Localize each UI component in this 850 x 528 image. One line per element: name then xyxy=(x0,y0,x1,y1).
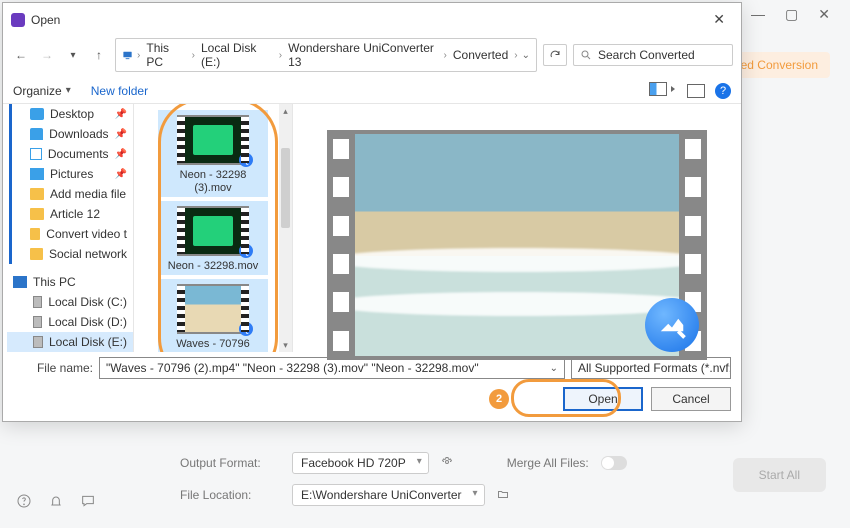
cancel-button[interactable]: Cancel xyxy=(651,387,731,411)
open-file-dialog: Open ✕ ← → ▾ ↑ › This PC› Local Disk (E:… xyxy=(2,2,742,422)
filename-label: File name: xyxy=(13,361,93,375)
sidebar-item-folder[interactable]: Convert video t xyxy=(12,224,133,244)
file-item[interactable]: Q Neon - 32298.mov xyxy=(158,201,268,275)
file-thumbnail: Q xyxy=(177,115,249,165)
nav-forward-button[interactable]: → xyxy=(37,48,57,62)
pin-icon: 📌 xyxy=(115,149,127,160)
feedback-icon[interactable] xyxy=(80,493,96,512)
pin-icon: 📌 xyxy=(115,109,127,120)
scroll-down-icon[interactable]: ▾ xyxy=(279,338,292,352)
bg-maximize-button[interactable]: ▢ xyxy=(785,6,798,23)
nav-up-button[interactable]: ↑ xyxy=(89,48,109,62)
sidebar-item-folder[interactable]: Social network xyxy=(12,244,133,264)
preview-pane xyxy=(293,104,741,352)
merge-toggle[interactable] xyxy=(601,456,627,470)
filename-input[interactable]: "Waves - 70796 (2).mp4" "Neon - 32298 (3… xyxy=(99,357,565,379)
view-mode-button[interactable] xyxy=(649,82,677,99)
help-icon[interactable]: ? xyxy=(715,83,731,99)
pc-icon xyxy=(122,49,133,61)
file-location-label: File Location: xyxy=(180,488,280,502)
sidebar-item-documents[interactable]: Documents📌 xyxy=(12,144,133,164)
sidebar-item-folder[interactable]: Add media file xyxy=(12,184,133,204)
organize-menu[interactable]: Organize▾ xyxy=(13,84,71,98)
merge-label: Merge All Files: xyxy=(507,456,589,470)
sidebar-item-this-pc[interactable]: This PC xyxy=(7,272,133,292)
breadcrumb[interactable]: › This PC› Local Disk (E:)› Wondershare … xyxy=(115,38,537,72)
open-folder-icon[interactable] xyxy=(497,488,509,503)
file-item[interactable]: Q Waves - 70796 (2).mp4 xyxy=(158,279,268,352)
file-location-select[interactable]: E:\Wondershare UniConverter xyxy=(292,484,485,506)
search-icon xyxy=(580,49,592,61)
app-icon xyxy=(11,13,25,27)
preview-pane-toggle[interactable] xyxy=(687,84,705,98)
notification-icon[interactable] xyxy=(48,493,64,512)
quicktime-badge-icon: Q xyxy=(239,244,253,258)
sidebar-item-drive[interactable]: Local Disk (D:) xyxy=(7,312,133,332)
file-name-label: Neon - 32298.mov xyxy=(162,260,264,273)
sidebar-item-drive[interactable]: Local Disk (C:) xyxy=(7,292,133,312)
filetype-filter-select[interactable]: All Supported Formats (*.nvf; *.⌄ xyxy=(571,357,731,379)
search-input[interactable]: Search Converted xyxy=(573,44,733,66)
preview-image xyxy=(355,134,679,356)
file-item[interactable]: Q Neon - 32298 (3).mov xyxy=(158,110,268,197)
quicktime-icon xyxy=(645,298,699,352)
open-button[interactable]: Open xyxy=(563,387,643,411)
preview-filmstrip xyxy=(327,130,707,360)
dialog-close-button[interactable]: ✕ xyxy=(701,7,737,32)
annotation-badge: 2 xyxy=(489,389,509,409)
scrollbar[interactable]: ▴ ▾ xyxy=(279,104,292,352)
file-thumbnail: Q xyxy=(177,206,249,256)
file-list-pane: Q Neon - 32298 (3).mov Q Neon - 32298.mo… xyxy=(133,104,293,352)
sidebar-item-drive[interactable]: Local Disk (E:) xyxy=(7,332,133,352)
file-name-label: Neon - 32298 (3).mov xyxy=(162,169,264,195)
bg-minimize-button[interactable]: — xyxy=(751,6,765,22)
scroll-up-icon[interactable]: ▴ xyxy=(279,104,292,118)
output-format-label: Output Format: xyxy=(180,456,280,470)
help-status-icon[interactable] xyxy=(16,493,32,512)
folder-tree: Desktop📌 Downloads📌 Documents📌 Pictures📌… xyxy=(3,104,133,352)
refresh-button[interactable] xyxy=(543,44,567,66)
dialog-title: Open xyxy=(31,13,701,27)
quicktime-badge-icon: Q xyxy=(239,153,253,167)
pin-icon: 📌 xyxy=(115,169,127,180)
sidebar-item-folder[interactable]: Article 12 xyxy=(12,204,133,224)
settings-icon[interactable] xyxy=(441,456,453,471)
output-format-select[interactable]: Facebook HD 720P xyxy=(292,452,429,474)
scroll-thumb[interactable] xyxy=(281,148,290,228)
bg-close-button[interactable]: ✕ xyxy=(818,6,830,23)
file-thumbnail: Q xyxy=(177,284,249,334)
quicktime-badge-icon: Q xyxy=(239,322,253,336)
start-all-button[interactable]: Start All xyxy=(733,458,826,492)
nav-back-button[interactable]: ← xyxy=(11,48,31,62)
file-name-label: Waves - 70796 (2).mp4 xyxy=(162,338,264,352)
nav-recent-dropdown[interactable]: ▾ xyxy=(63,50,83,61)
sidebar-item-pictures[interactable]: Pictures📌 xyxy=(12,164,133,184)
sidebar-item-downloads[interactable]: Downloads📌 xyxy=(12,124,133,144)
sidebar-item-desktop[interactable]: Desktop📌 xyxy=(12,104,133,124)
pin-icon: 📌 xyxy=(115,129,127,140)
new-folder-button[interactable]: New folder xyxy=(91,84,148,98)
